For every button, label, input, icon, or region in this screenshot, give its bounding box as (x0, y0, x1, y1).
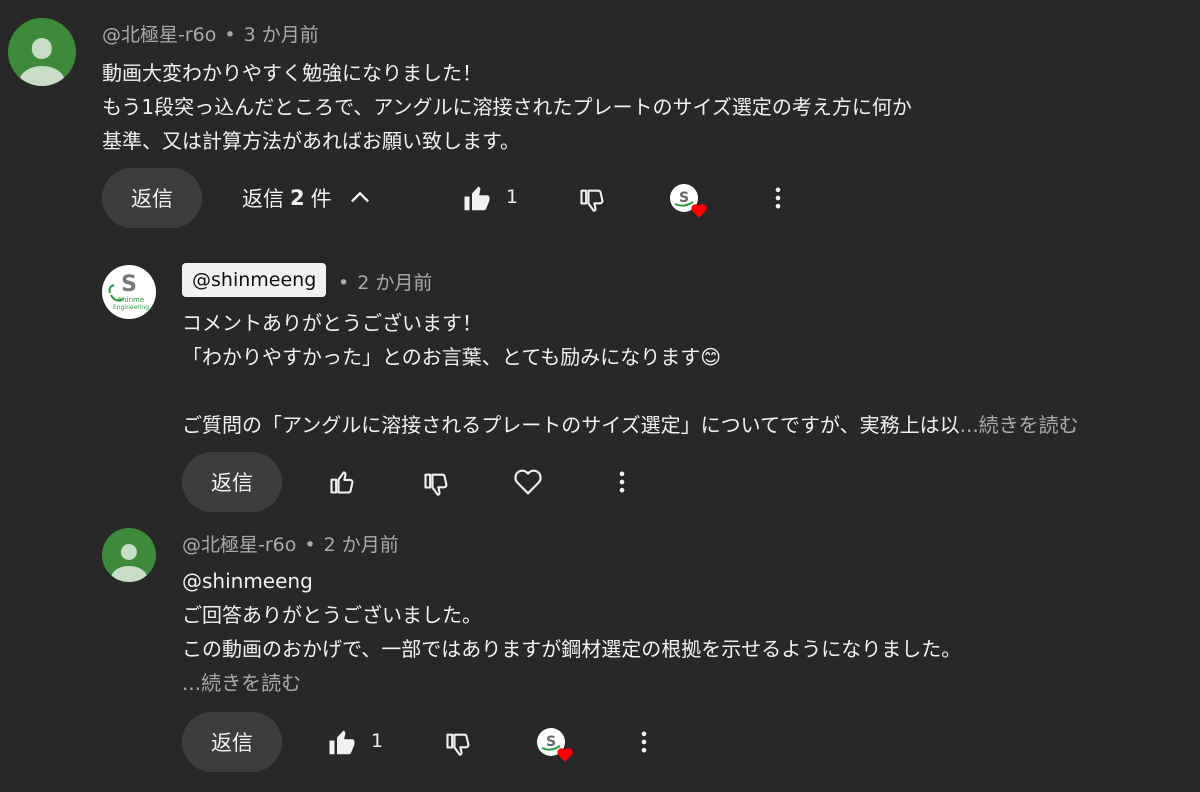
comment-author[interactable]: @北極星-r6o (102, 24, 216, 46)
like-count: 1 (371, 730, 384, 752)
comment-line: 基準、又は計算方法があればお願い致します。 (102, 129, 520, 153)
svg-text:S: S (679, 190, 689, 206)
reply-line (182, 374, 1079, 408)
reply-time[interactable]: 2 か月前 (324, 534, 399, 556)
reply-line: この動画のおかげで、一部ではありますが鋼材選定の根拠を示せるようになりました。 (182, 637, 962, 661)
reply-meta: @北極星-r6o • 2 か月前 (182, 530, 399, 557)
reply-text: コメントありがとうございます！ 「わかりやすかった」とのお言葉、とても励みになり… (182, 306, 1079, 442)
reply-button[interactable]: 返信 (182, 712, 282, 772)
reply-line: コメントありがとうございます！ (182, 311, 482, 335)
mention-link[interactable]: @shinmeeng (182, 564, 961, 598)
reply-time[interactable]: 2 か月前 (357, 272, 432, 294)
logo-line1: Shinme (118, 296, 144, 304)
meta-separator: • (304, 534, 316, 556)
reply-line: ご回答ありがとうございました。 (182, 603, 482, 627)
logo-letter: S (121, 272, 137, 297)
creator-handle-chip[interactable]: @shinmeeng (182, 263, 327, 297)
reply-meta: • 2 か月前 (338, 268, 432, 295)
more-options-icon[interactable] (608, 468, 636, 496)
like-icon[interactable] (328, 468, 356, 496)
replies-toggle[interactable]: 返信 2 件 (242, 183, 374, 213)
more-options-icon[interactable] (764, 184, 792, 212)
replies-label: 返信 (242, 187, 284, 211)
reply-author[interactable]: @北極星-r6o (182, 534, 296, 556)
reply-line-last: ご質問の「アングルに溶接されるプレートのサイズ選定」についてですが、実務上は以.… (182, 413, 1079, 437)
svg-text:S: S (546, 734, 556, 750)
reply-text: @shinmeeng ご回答ありがとうございました。 この動画のおかげで、一部で… (182, 564, 961, 700)
chevron-up-icon (350, 191, 369, 203)
comment-meta: @北極星-r6o • 3 か月前 (102, 20, 319, 47)
meta-separator: • (338, 272, 350, 294)
comment-text: 動画大変わかりやすく勉強になりました！ もう1段突っ込んだところで、アングルに溶… (102, 56, 912, 158)
dislike-icon[interactable] (578, 186, 606, 214)
heart-icon (557, 748, 573, 762)
heart-outline-icon[interactable] (512, 466, 544, 498)
read-more-link[interactable]: ...続きを読む (960, 413, 1079, 437)
comment-line: もう1段突っ込んだところで、アングルに溶接されたプレートのサイズ選定の考え方に何… (102, 95, 912, 119)
meta-separator: • (224, 24, 236, 46)
like-filled-icon[interactable] (462, 184, 492, 214)
more-options-icon[interactable] (630, 728, 658, 756)
reply-button[interactable]: 返信 (102, 168, 202, 228)
reply-button[interactable]: 返信 (182, 452, 282, 512)
heart-icon (691, 204, 707, 218)
replies-count: 2 (290, 186, 305, 210)
reply-line: 「わかりやすかった」とのお言葉、とても励みになります😊 (182, 345, 722, 369)
dislike-icon[interactable] (444, 730, 472, 758)
comment-time[interactable]: 3 か月前 (244, 24, 319, 46)
replies-suffix: 件 (310, 187, 332, 211)
like-count: 1 (506, 186, 519, 208)
shinme-logo-icon: S Shinme Engineering (108, 272, 149, 311)
avatar[interactable] (8, 18, 76, 86)
channel-avatar[interactable]: S Shinme Engineering (102, 265, 156, 319)
like-filled-icon[interactable] (327, 728, 357, 758)
logo-line2: Engineering (113, 304, 149, 311)
dislike-icon[interactable] (422, 470, 450, 498)
read-more-link[interactable]: ...続きを読む (182, 666, 961, 700)
comment-line: 動画大変わかりやすく勉強になりました！ (102, 61, 482, 85)
avatar[interactable] (102, 528, 156, 582)
